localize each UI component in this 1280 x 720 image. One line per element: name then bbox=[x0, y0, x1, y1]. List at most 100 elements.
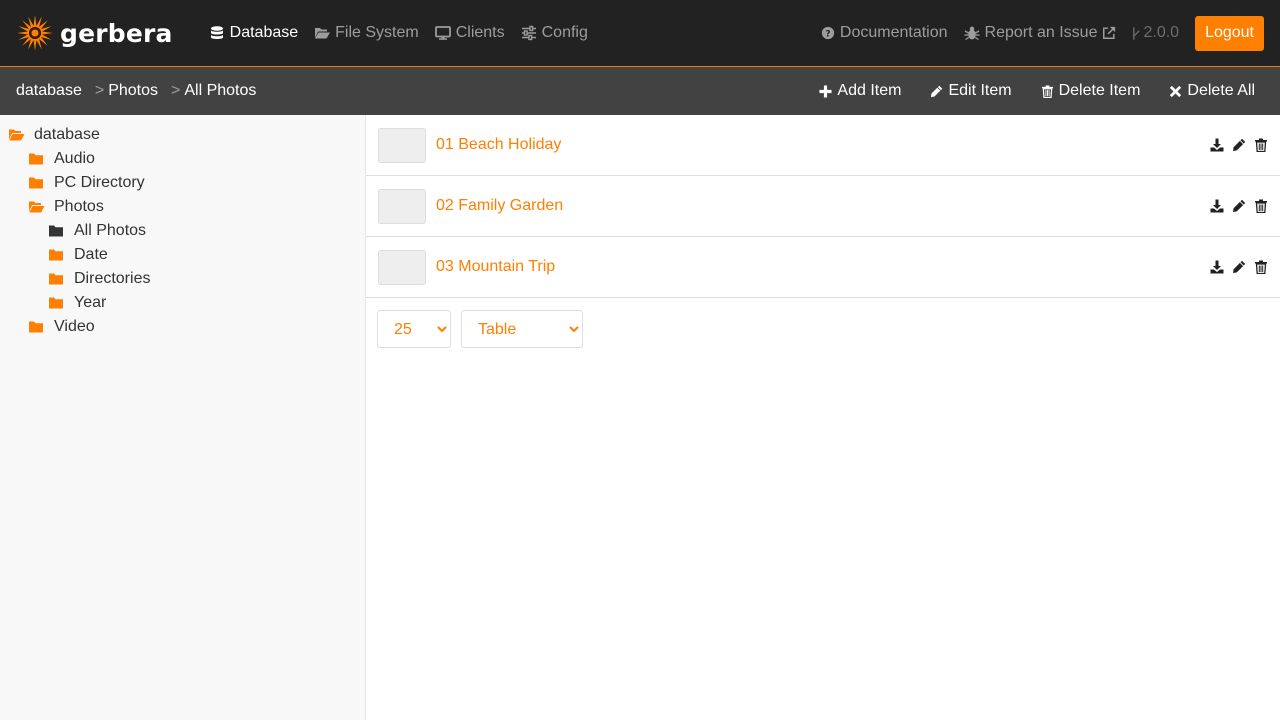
folder-icon bbox=[29, 321, 43, 333]
item-thumbnail[interactable] bbox=[378, 188, 426, 224]
add-item-button[interactable]: Add Item bbox=[819, 82, 910, 100]
delete-item-label: Delete Item bbox=[1058, 82, 1141, 99]
question-circle-icon: ? bbox=[821, 26, 835, 40]
tree-item-pc-directory[interactable]: PC Directory bbox=[0, 171, 365, 195]
folder-icon bbox=[49, 297, 63, 309]
breadcrumb-separator: > bbox=[171, 82, 181, 99]
item-title-link[interactable]: 02 Family Garden bbox=[436, 197, 563, 215]
nav-clients-label: Clients bbox=[455, 24, 505, 41]
nav-documentation[interactable]: ? Documentation bbox=[821, 24, 948, 42]
desktop-icon bbox=[434, 26, 451, 40]
item-list: 01 Beach Holiday 02 Family Garden 03 Mou… bbox=[366, 115, 1280, 720]
tree-item-all-photos[interactable]: All Photos bbox=[0, 219, 365, 243]
tree-item-label: Photos bbox=[54, 198, 104, 215]
edit-item-label: Edit Item bbox=[948, 82, 1012, 99]
trash-icon bbox=[1041, 84, 1053, 98]
trash-icon[interactable] bbox=[1254, 138, 1268, 152]
plus-icon bbox=[819, 84, 832, 98]
breadcrumb: database > Photos > All Photos bbox=[16, 82, 256, 100]
item-actions bbox=[1210, 260, 1268, 274]
bug-icon bbox=[964, 26, 980, 41]
list-item: 03 Mountain Trip bbox=[366, 237, 1280, 298]
gerbera-flower-icon bbox=[17, 15, 53, 51]
logout-button[interactable]: Logout bbox=[1195, 15, 1264, 51]
nav-file-system[interactable]: File System bbox=[314, 24, 419, 42]
tree-item-label: Date bbox=[74, 246, 108, 263]
breadcrumb-root[interactable]: database bbox=[16, 82, 82, 100]
brand-name: gerbera bbox=[60, 18, 173, 48]
folder-icon bbox=[29, 177, 43, 189]
item-thumbnail[interactable] bbox=[378, 127, 426, 163]
folder-open-icon bbox=[9, 129, 25, 141]
tree-item-directories[interactable]: Directories bbox=[0, 267, 365, 291]
nav-database-label: Database bbox=[229, 24, 299, 41]
toolbar: database > Photos > All Photos Add Item … bbox=[0, 67, 1280, 115]
tree-item-year[interactable]: Year bbox=[0, 291, 365, 315]
tree-item-label: database bbox=[34, 126, 100, 143]
tree-item-photos[interactable]: Photos bbox=[0, 195, 365, 219]
edit-icon[interactable] bbox=[1232, 138, 1246, 152]
tree-item-video[interactable]: Video bbox=[0, 315, 365, 339]
times-icon bbox=[1170, 85, 1182, 97]
tree-item-label: Audio bbox=[54, 150, 95, 167]
version-label: 2.0.0 bbox=[1132, 24, 1179, 42]
item-thumbnail[interactable] bbox=[378, 249, 426, 285]
folder-icon bbox=[49, 225, 63, 237]
version-number: 2.0.0 bbox=[1143, 24, 1180, 41]
top-navbar: gerbera Database File System Clients Con… bbox=[0, 0, 1280, 67]
pager: 25 Table bbox=[366, 298, 1280, 360]
tree-item-database[interactable]: database bbox=[0, 123, 365, 147]
nav-config-label: Config bbox=[541, 24, 588, 41]
items-per-page-select[interactable]: 25 bbox=[377, 310, 451, 348]
tree-item-label: PC Directory bbox=[54, 174, 145, 191]
nav-clients[interactable]: Clients bbox=[434, 24, 505, 42]
folder-open-icon bbox=[315, 28, 331, 39]
nav-report-issue-label: Report an Issue bbox=[984, 24, 1098, 41]
tree-item-label: Year bbox=[74, 294, 107, 311]
folder-icon bbox=[49, 273, 63, 285]
download-icon[interactable] bbox=[1210, 138, 1224, 152]
nav-config[interactable]: Config bbox=[521, 24, 588, 42]
tree-item-date[interactable]: Date bbox=[0, 243, 365, 267]
nav-documentation-label: Documentation bbox=[839, 24, 948, 41]
list-item: 01 Beach Holiday bbox=[366, 115, 1280, 176]
tree-item-label: Video bbox=[54, 318, 95, 335]
nav-right: ? Documentation Report an Issue 2.0.0 Lo… bbox=[821, 15, 1264, 51]
tree-item-label: All Photos bbox=[74, 222, 147, 239]
database-tree: database Audio PC Directory Photos All P… bbox=[0, 115, 366, 720]
main-nav: Database File System Clients Config bbox=[209, 24, 588, 42]
tree-item-audio[interactable]: Audio bbox=[0, 147, 365, 171]
delete-all-label: Delete All bbox=[1187, 82, 1255, 99]
item-actions bbox=[1210, 138, 1268, 152]
edit-item-button[interactable]: Edit Item bbox=[930, 82, 1020, 100]
trash-icon[interactable] bbox=[1254, 260, 1268, 274]
item-title-link[interactable]: 01 Beach Holiday bbox=[436, 136, 561, 154]
toolbar-actions: Add Item Edit Item Delete Item Delete Al… bbox=[819, 82, 1264, 100]
nav-database[interactable]: Database bbox=[209, 24, 299, 42]
breadcrumb-separator: > bbox=[94, 82, 105, 99]
sliders-icon bbox=[521, 25, 536, 41]
item-title-link[interactable]: 03 Mountain Trip bbox=[436, 258, 555, 276]
delete-item-button[interactable]: Delete Item bbox=[1041, 82, 1150, 100]
download-icon[interactable] bbox=[1210, 199, 1224, 213]
external-link-icon bbox=[1103, 26, 1116, 39]
trash-icon[interactable] bbox=[1254, 199, 1268, 213]
code-branch-icon bbox=[1133, 26, 1141, 40]
folder-open-icon bbox=[29, 201, 45, 213]
delete-all-button[interactable]: Delete All bbox=[1169, 82, 1264, 100]
tree-item-label: Directories bbox=[74, 270, 151, 287]
gerbera-logo[interactable]: gerbera bbox=[16, 14, 173, 52]
edit-icon[interactable] bbox=[1232, 260, 1246, 274]
pencil-icon bbox=[931, 85, 943, 97]
breadcrumb-photos[interactable]: Photos bbox=[108, 82, 158, 100]
folder-icon bbox=[49, 249, 63, 261]
download-icon[interactable] bbox=[1210, 260, 1224, 274]
nav-report-issue[interactable]: Report an Issue bbox=[964, 24, 1117, 42]
list-item: 02 Family Garden bbox=[366, 176, 1280, 237]
database-icon bbox=[210, 26, 223, 39]
breadcrumb-all-photos[interactable]: All Photos bbox=[184, 82, 256, 100]
view-mode-select[interactable]: Table bbox=[461, 310, 583, 348]
nav-file-system-label: File System bbox=[335, 24, 419, 41]
edit-icon[interactable] bbox=[1232, 199, 1246, 213]
add-item-label: Add Item bbox=[837, 82, 902, 99]
